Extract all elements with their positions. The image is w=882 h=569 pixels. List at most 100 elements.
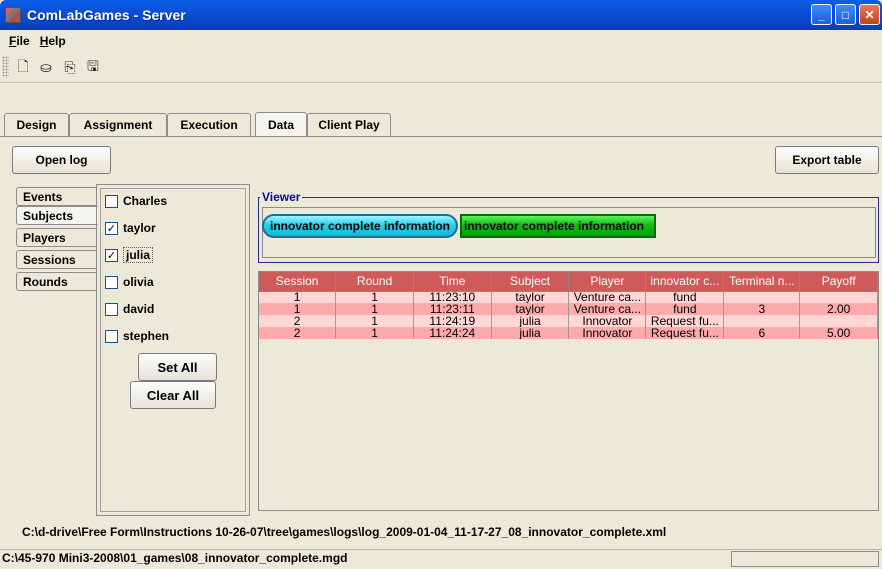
- title-bar: ComLabGames - Server _ □ ✕: [0, 0, 882, 30]
- set-all-label: Set All: [157, 359, 198, 375]
- column-header[interactable]: Terminal n...: [723, 272, 801, 292]
- clear-all-button[interactable]: Clear All: [130, 381, 216, 409]
- subject-checkbox-charles[interactable]: Charles: [105, 192, 167, 210]
- open-folder-icon[interactable]: ⛀: [35, 57, 57, 79]
- column-header[interactable]: Subject: [491, 272, 570, 292]
- minimize-icon[interactable]: _: [811, 4, 832, 25]
- clear-all-label: Clear All: [146, 387, 200, 403]
- side-tab-sessions-label: Sessions: [23, 252, 76, 267]
- set-all-button[interactable]: Set All: [138, 353, 217, 381]
- subject-checkbox-david[interactable]: david: [105, 300, 154, 318]
- table-cell: Request fu...: [645, 315, 725, 327]
- tab-assignment[interactable]: Assignment: [69, 113, 167, 136]
- table-cell: 1: [335, 291, 414, 303]
- table-cell: 6: [723, 327, 801, 339]
- side-tab-events-label: Events: [23, 189, 63, 204]
- table-cell: 2: [259, 315, 337, 327]
- viewer-title: Viewer: [260, 190, 303, 204]
- menu-help[interactable]: Help: [35, 34, 71, 48]
- subject-checkbox-stephen[interactable]: stephen: [105, 327, 169, 345]
- column-header[interactable]: Payoff: [799, 272, 878, 292]
- table-cell: Venture ca...: [568, 303, 647, 315]
- data-table: Session Round Time Subject Player innova…: [259, 272, 878, 339]
- menu-file[interactable]: File: [4, 34, 35, 48]
- save-icon[interactable]: 🖫: [82, 57, 104, 79]
- checkbox-checked[interactable]: ✓: [105, 248, 118, 262]
- column-header[interactable]: innovator c...: [645, 272, 725, 292]
- toolbar-divider: [0, 82, 882, 83]
- toolbar-grip[interactable]: [2, 56, 9, 78]
- main-tabs: Design Assignment Execution Data Client …: [0, 112, 882, 137]
- column-header[interactable]: Player: [568, 272, 647, 292]
- table-cell: Request fu...: [645, 327, 725, 339]
- table-cell: fund: [645, 303, 725, 315]
- log-path-label: C:\d-drive\Free Form\Instructions 10-26-…: [22, 525, 667, 539]
- subject-label: Charles: [123, 194, 168, 208]
- column-header[interactable]: Time: [413, 272, 492, 292]
- table-cell: taylor: [491, 303, 570, 315]
- tab-data[interactable]: Data: [255, 112, 307, 136]
- close-icon[interactable]: ✕: [859, 4, 880, 25]
- tab-execution-label: Execution: [180, 118, 238, 132]
- export-table-button[interactable]: Export table: [775, 146, 879, 174]
- subject-checkbox-taylor[interactable]: ✓ taylor: [105, 219, 156, 237]
- table-row[interactable]: 2 1 11:24:24 julia Innovator Request fu.…: [259, 327, 878, 339]
- open-log-button[interactable]: Open log: [12, 146, 111, 174]
- column-header[interactable]: Session: [259, 272, 337, 292]
- checkbox[interactable]: [105, 194, 118, 208]
- table-cell: 1: [335, 303, 414, 315]
- side-tab-rounds-label: Rounds: [23, 274, 68, 289]
- checkbox[interactable]: [105, 275, 118, 289]
- tab-design[interactable]: Design: [4, 113, 69, 136]
- table-row[interactable]: 1 1 11:23:11 taylor Venture ca... fund 3…: [259, 303, 878, 315]
- maximize-icon[interactable]: □: [835, 4, 856, 25]
- table-cell: 5.00: [799, 327, 878, 339]
- table-cell: [799, 315, 878, 327]
- window-title: ComLabGames - Server: [27, 7, 186, 23]
- subject-checkbox-olivia[interactable]: olivia: [105, 273, 154, 291]
- table-cell: taylor: [491, 291, 570, 303]
- subject-label: david: [123, 302, 155, 316]
- menu-help-label: elp: [48, 34, 66, 48]
- checkbox[interactable]: [105, 302, 118, 316]
- table-row[interactable]: 2 1 11:24:19 julia Innovator Request fu.…: [259, 315, 878, 327]
- table-cell: 1: [259, 291, 337, 303]
- table-cell: 11:24:19: [413, 315, 492, 327]
- tab-client-play[interactable]: Client Play: [307, 113, 391, 136]
- side-tab-players[interactable]: Players: [16, 228, 96, 247]
- side-tab-subjects[interactable]: Subjects: [16, 206, 98, 225]
- side-tab-events[interactable]: Events: [16, 187, 96, 206]
- subject-label: olivia: [123, 275, 154, 289]
- side-tab-sessions[interactable]: Sessions: [16, 250, 96, 269]
- app-icon: [5, 7, 21, 23]
- table-cell: 1: [335, 315, 414, 327]
- open-log-label: Open log: [35, 153, 88, 167]
- table-cell: 2.00: [799, 303, 878, 315]
- checkbox-checked[interactable]: ✓: [105, 221, 118, 235]
- export-table-label: Export table: [792, 153, 862, 167]
- subject-label: taylor: [123, 221, 156, 235]
- table-cell: fund: [645, 291, 725, 303]
- table-cell: Innovator: [568, 327, 647, 339]
- new-document-icon[interactable]: 🗋: [12, 57, 34, 79]
- table-cell: [799, 291, 878, 303]
- side-tab-subjects-label: Subjects: [23, 208, 74, 223]
- status-field: [731, 551, 879, 567]
- menu-file-label: ile: [16, 34, 30, 48]
- table-row[interactable]: 1 1 11:23:10 taylor Venture ca... fund: [259, 291, 878, 303]
- checkbox[interactable]: [105, 329, 118, 343]
- tab-client-play-label: Client Play: [318, 118, 380, 132]
- copy-icon[interactable]: ⎘: [59, 57, 81, 79]
- viewer-item-oval[interactable]: innovator complete information: [262, 214, 458, 238]
- tab-data-label: Data: [267, 117, 294, 132]
- tab-panel-border: [0, 136, 882, 137]
- table-cell: julia: [491, 327, 570, 339]
- column-header[interactable]: Round: [335, 272, 414, 292]
- menu-bar: File Help: [0, 30, 882, 52]
- table-cell: 11:23:10: [413, 291, 492, 303]
- viewer-item-rect[interactable]: innovator complete information: [460, 214, 656, 238]
- table-cell: [723, 291, 801, 303]
- subject-checkbox-julia[interactable]: ✓ julia: [105, 246, 154, 264]
- side-tab-rounds[interactable]: Rounds: [16, 272, 96, 291]
- tab-execution[interactable]: Execution: [167, 113, 251, 136]
